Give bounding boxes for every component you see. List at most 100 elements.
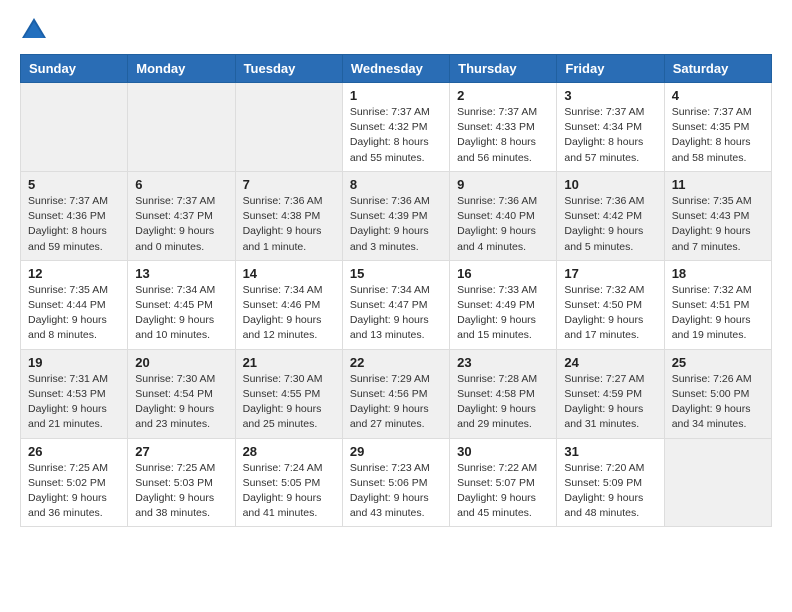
calendar-cell: 6 Sunrise: 7:37 AM Sunset: 4:37 PM Daylig…: [128, 171, 235, 260]
day-info: Sunrise: 7:25 AM Sunset: 5:03 PM Dayligh…: [135, 461, 227, 522]
day-info: Sunrise: 7:36 AM Sunset: 4:38 PM Dayligh…: [243, 194, 335, 255]
day-number: 29: [350, 444, 442, 459]
calendar-cell: [235, 83, 342, 172]
day-number: 19: [28, 355, 120, 370]
day-info: Sunrise: 7:37 AM Sunset: 4:36 PM Dayligh…: [28, 194, 120, 255]
day-number: 11: [672, 177, 764, 192]
day-number: 5: [28, 177, 120, 192]
calendar-cell: [664, 438, 771, 527]
day-info: Sunrise: 7:28 AM Sunset: 4:58 PM Dayligh…: [457, 372, 549, 433]
day-info: Sunrise: 7:34 AM Sunset: 4:45 PM Dayligh…: [135, 283, 227, 344]
header-saturday: Saturday: [664, 55, 771, 83]
day-number: 3: [564, 88, 656, 103]
day-info: Sunrise: 7:32 AM Sunset: 4:50 PM Dayligh…: [564, 283, 656, 344]
day-number: 16: [457, 266, 549, 281]
day-number: 23: [457, 355, 549, 370]
calendar-cell: 18 Sunrise: 7:32 AM Sunset: 4:51 PM Dayli…: [664, 260, 771, 349]
day-info: Sunrise: 7:26 AM Sunset: 5:00 PM Dayligh…: [672, 372, 764, 433]
day-number: 25: [672, 355, 764, 370]
day-info: Sunrise: 7:33 AM Sunset: 4:49 PM Dayligh…: [457, 283, 549, 344]
page: Sunday Monday Tuesday Wednesday Thursday…: [0, 0, 792, 543]
day-info: Sunrise: 7:20 AM Sunset: 5:09 PM Dayligh…: [564, 461, 656, 522]
day-info: Sunrise: 7:25 AM Sunset: 5:02 PM Dayligh…: [28, 461, 120, 522]
day-info: Sunrise: 7:37 AM Sunset: 4:35 PM Dayligh…: [672, 105, 764, 166]
header-wednesday: Wednesday: [342, 55, 449, 83]
day-number: 6: [135, 177, 227, 192]
calendar-week-row: 5 Sunrise: 7:37 AM Sunset: 4:36 PM Daylig…: [21, 171, 772, 260]
calendar-cell: 19 Sunrise: 7:31 AM Sunset: 4:53 PM Dayli…: [21, 349, 128, 438]
day-info: Sunrise: 7:36 AM Sunset: 4:42 PM Dayligh…: [564, 194, 656, 255]
calendar-cell: 23 Sunrise: 7:28 AM Sunset: 4:58 PM Dayli…: [450, 349, 557, 438]
calendar-cell: 31 Sunrise: 7:20 AM Sunset: 5:09 PM Dayli…: [557, 438, 664, 527]
day-info: Sunrise: 7:27 AM Sunset: 4:59 PM Dayligh…: [564, 372, 656, 433]
calendar-cell: 9Sunrise: 7:36 AM Sunset: 4:40 PM Daylig…: [450, 171, 557, 260]
day-info: Sunrise: 7:34 AM Sunset: 4:46 PM Dayligh…: [243, 283, 335, 344]
header-sunday: Sunday: [21, 55, 128, 83]
calendar-cell: 17 Sunrise: 7:32 AM Sunset: 4:50 PM Dayli…: [557, 260, 664, 349]
day-info: Sunrise: 7:37 AM Sunset: 4:32 PM Dayligh…: [350, 105, 442, 166]
header-tuesday: Tuesday: [235, 55, 342, 83]
day-info: Sunrise: 7:22 AM Sunset: 5:07 PM Dayligh…: [457, 461, 549, 522]
day-info: Sunrise: 7:37 AM Sunset: 4:34 PM Dayligh…: [564, 105, 656, 166]
day-number: 1: [350, 88, 442, 103]
calendar-week-row: 1 Sunrise: 7:37 AM Sunset: 4:32 PM Daylig…: [21, 83, 772, 172]
calendar-cell: 20Sunrise: 7:30 AM Sunset: 4:54 PM Dayli…: [128, 349, 235, 438]
calendar-cell: 24 Sunrise: 7:27 AM Sunset: 4:59 PM Dayli…: [557, 349, 664, 438]
day-info: Sunrise: 7:23 AM Sunset: 5:06 PM Dayligh…: [350, 461, 442, 522]
weekday-header-row: Sunday Monday Tuesday Wednesday Thursday…: [21, 55, 772, 83]
calendar-cell: 5 Sunrise: 7:37 AM Sunset: 4:36 PM Daylig…: [21, 171, 128, 260]
calendar-cell: 30 Sunrise: 7:22 AM Sunset: 5:07 PM Dayli…: [450, 438, 557, 527]
day-number: 30: [457, 444, 549, 459]
day-number: 18: [672, 266, 764, 281]
logo-icon: [20, 16, 48, 44]
calendar-cell: 16 Sunrise: 7:33 AM Sunset: 4:49 PM Dayli…: [450, 260, 557, 349]
day-info: Sunrise: 7:37 AM Sunset: 4:37 PM Dayligh…: [135, 194, 227, 255]
calendar-cell: [128, 83, 235, 172]
calendar-cell: 25 Sunrise: 7:26 AM Sunset: 5:00 PM Dayli…: [664, 349, 771, 438]
day-number: 26: [28, 444, 120, 459]
calendar-cell: 21Sunrise: 7:30 AM Sunset: 4:55 PM Dayli…: [235, 349, 342, 438]
calendar-week-row: 26 Sunrise: 7:25 AM Sunset: 5:02 PM Dayli…: [21, 438, 772, 527]
day-info: Sunrise: 7:34 AM Sunset: 4:47 PM Dayligh…: [350, 283, 442, 344]
calendar-cell: 7Sunrise: 7:36 AM Sunset: 4:38 PM Daylig…: [235, 171, 342, 260]
calendar-cell: 1 Sunrise: 7:37 AM Sunset: 4:32 PM Daylig…: [342, 83, 449, 172]
header-thursday: Thursday: [450, 55, 557, 83]
day-info: Sunrise: 7:31 AM Sunset: 4:53 PM Dayligh…: [28, 372, 120, 433]
calendar-cell: [21, 83, 128, 172]
calendar-cell: 11Sunrise: 7:35 AM Sunset: 4:43 PM Dayli…: [664, 171, 771, 260]
calendar-cell: 29 Sunrise: 7:23 AM Sunset: 5:06 PM Dayli…: [342, 438, 449, 527]
calendar-cell: 15 Sunrise: 7:34 AM Sunset: 4:47 PM Dayli…: [342, 260, 449, 349]
day-info: Sunrise: 7:24 AM Sunset: 5:05 PM Dayligh…: [243, 461, 335, 522]
day-info: Sunrise: 7:30 AM Sunset: 4:54 PM Dayligh…: [135, 372, 227, 433]
day-number: 8: [350, 177, 442, 192]
calendar-week-row: 12 Sunrise: 7:35 AM Sunset: 4:44 PM Dayli…: [21, 260, 772, 349]
day-number: 9: [457, 177, 549, 192]
day-number: 17: [564, 266, 656, 281]
day-info: Sunrise: 7:35 AM Sunset: 4:44 PM Dayligh…: [28, 283, 120, 344]
day-number: 12: [28, 266, 120, 281]
calendar-week-row: 19 Sunrise: 7:31 AM Sunset: 4:53 PM Dayli…: [21, 349, 772, 438]
calendar-cell: 3 Sunrise: 7:37 AM Sunset: 4:34 PM Daylig…: [557, 83, 664, 172]
day-info: Sunrise: 7:32 AM Sunset: 4:51 PM Dayligh…: [672, 283, 764, 344]
calendar-cell: 13 Sunrise: 7:34 AM Sunset: 4:45 PM Dayli…: [128, 260, 235, 349]
day-number: 15: [350, 266, 442, 281]
calendar-cell: 8Sunrise: 7:36 AM Sunset: 4:39 PM Daylig…: [342, 171, 449, 260]
calendar-cell: 10 Sunrise: 7:36 AM Sunset: 4:42 PM Dayli…: [557, 171, 664, 260]
day-number: 31: [564, 444, 656, 459]
day-number: 13: [135, 266, 227, 281]
day-info: Sunrise: 7:29 AM Sunset: 4:56 PM Dayligh…: [350, 372, 442, 433]
day-info: Sunrise: 7:37 AM Sunset: 4:33 PM Dayligh…: [457, 105, 549, 166]
day-number: 2: [457, 88, 549, 103]
calendar-cell: 12 Sunrise: 7:35 AM Sunset: 4:44 PM Dayli…: [21, 260, 128, 349]
header: [20, 16, 772, 46]
day-number: 22: [350, 355, 442, 370]
day-number: 24: [564, 355, 656, 370]
logo: [20, 16, 50, 46]
calendar: Sunday Monday Tuesday Wednesday Thursday…: [20, 54, 772, 527]
calendar-cell: 26 Sunrise: 7:25 AM Sunset: 5:02 PM Dayli…: [21, 438, 128, 527]
calendar-cell: 2 Sunrise: 7:37 AM Sunset: 4:33 PM Daylig…: [450, 83, 557, 172]
day-number: 10: [564, 177, 656, 192]
header-friday: Friday: [557, 55, 664, 83]
day-number: 14: [243, 266, 335, 281]
calendar-cell: 28Sunrise: 7:24 AM Sunset: 5:05 PM Dayli…: [235, 438, 342, 527]
